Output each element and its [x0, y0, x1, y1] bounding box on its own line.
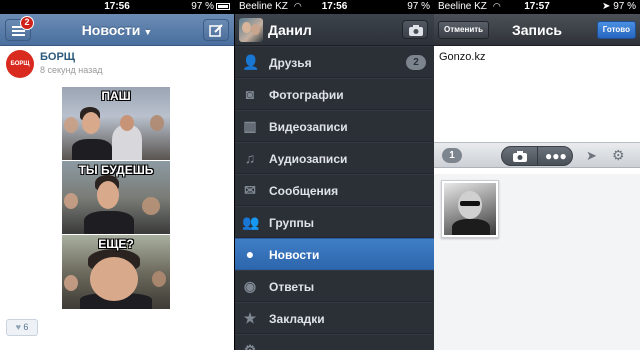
camera-button[interactable] [402, 20, 428, 39]
post-author[interactable]: БОРЩ [40, 51, 75, 63]
post-time: 8 секунд назад [40, 65, 103, 75]
menu-header: Данил [235, 14, 434, 46]
status-bar: Beeline KZ ◠ 17:57 ➤ 97 % [434, 0, 640, 14]
like-count: 6 [23, 322, 29, 332]
menu-item-friends[interactable]: 👤 Друзья 2 [235, 46, 434, 78]
camera-icon[interactable] [513, 151, 527, 162]
news-feed-screen: 17:56 97 % 2 Новости ▼ БОРЩ БОРЩ 8 секунд… [0, 0, 234, 350]
gear-icon[interactable]: ⚙ [612, 147, 625, 164]
friends-icon: 👤 [242, 54, 260, 70]
gear-icon: ⚙ [243, 342, 257, 350]
battery-indicator: 97 % [191, 1, 230, 12]
compose-nav-bar: Отменить Запись Готово [434, 14, 640, 46]
menu-list: 👤 Друзья 2 ◙ Фотографии ▥ Видеозаписи ♫ Аудио… [235, 46, 434, 350]
attached-photo[interactable] [441, 180, 499, 238]
star-icon: ★ [243, 310, 257, 326]
meme-caption-1: ПАШ [101, 89, 131, 103]
post-image[interactable]: ПАШ ТЫ БУДЕШЬ ЕЩЕ? [62, 87, 170, 309]
meme-frame-3: ЕЩЕ? [62, 235, 170, 309]
user-name[interactable]: Данил [268, 22, 312, 38]
menu-item-bookmarks[interactable]: ★ Закладки [235, 302, 434, 334]
camera-icon [409, 25, 423, 36]
feed-nav-bar: 2 Новости ▼ [0, 14, 234, 46]
author-avatar[interactable]: БОРЩ [6, 50, 34, 78]
battery-indicator: 97 % [407, 1, 430, 12]
heart-icon: ♥ [15, 322, 21, 332]
post-text-field[interactable]: Gonzo.kz [434, 46, 640, 142]
status-bar: Beeline KZ ◠ 17:56 97 % [235, 0, 434, 14]
attach-segment-control: ●●● [501, 146, 573, 166]
post-header[interactable]: БОРЩ БОРЩ 8 секунд назад [0, 46, 234, 82]
chevron-down-icon: ▼ [143, 27, 153, 37]
status-bar: 17:56 97 % [0, 0, 234, 14]
battery-icon [216, 3, 230, 10]
battery-indicator: ➤ 97 % [602, 1, 636, 12]
attachment-count-badge: 1 [442, 148, 462, 163]
compose-icon [209, 24, 223, 37]
menu-item-news[interactable]: ● Новости [235, 238, 434, 270]
meme-frame-2: ТЫ БУДЕШЬ [62, 161, 170, 234]
side-menu-screen: Beeline KZ ◠ 17:56 97 % Данил 👤 Друзья 2 ◙ Ф… [235, 0, 434, 350]
like-button[interactable]: ♥ 6 [6, 319, 38, 336]
meme-caption-2: ТЫ БУДЕШЬ [78, 163, 154, 177]
groups-icon: 👥 [242, 214, 260, 230]
location-icon[interactable]: ➤ [586, 148, 597, 164]
menu-item-replies[interactable]: ◉ Ответы [235, 270, 434, 302]
menu-item-groups[interactable]: 👥 Группы [235, 206, 434, 238]
meme-caption-3: ЕЩЕ? [98, 237, 134, 251]
compose-button[interactable] [203, 19, 229, 41]
more-icon[interactable]: ●●● [545, 149, 567, 163]
menu-item-messages[interactable]: ✉ Сообщения [235, 174, 434, 206]
feed-title[interactable]: Новости ▼ [0, 22, 234, 38]
menu-item-audio[interactable]: ♫ Аудиозаписи [235, 142, 434, 174]
attachments-area [434, 174, 640, 350]
meme-frame-1: ПАШ [62, 87, 170, 160]
location-icon: ➤ [602, 1, 611, 12]
menu-item-videos[interactable]: ▥ Видеозаписи [235, 110, 434, 142]
attachment-toolbar: 1 ●●● ➤ ⚙ [434, 142, 640, 168]
friends-count-badge: 2 [406, 55, 426, 70]
clock: 17:56 [321, 1, 348, 12]
camera-icon: ◙ [245, 86, 255, 102]
done-button[interactable]: Готово [596, 21, 636, 39]
speech-bubble-icon: ● [245, 246, 255, 262]
envelope-icon: ✉ [244, 182, 256, 198]
menu-item-photos[interactable]: ◙ Фотографии [235, 78, 434, 110]
film-icon: ▥ [243, 118, 257, 134]
new-post-screen: Beeline KZ ◠ 17:57 ➤ 97 % Отменить Запись… [434, 0, 640, 350]
music-icon: ♫ [244, 150, 256, 166]
menu-item-settings[interactable]: ⚙ [235, 334, 434, 350]
replies-icon: ◉ [243, 278, 257, 294]
user-avatar[interactable] [239, 18, 263, 42]
